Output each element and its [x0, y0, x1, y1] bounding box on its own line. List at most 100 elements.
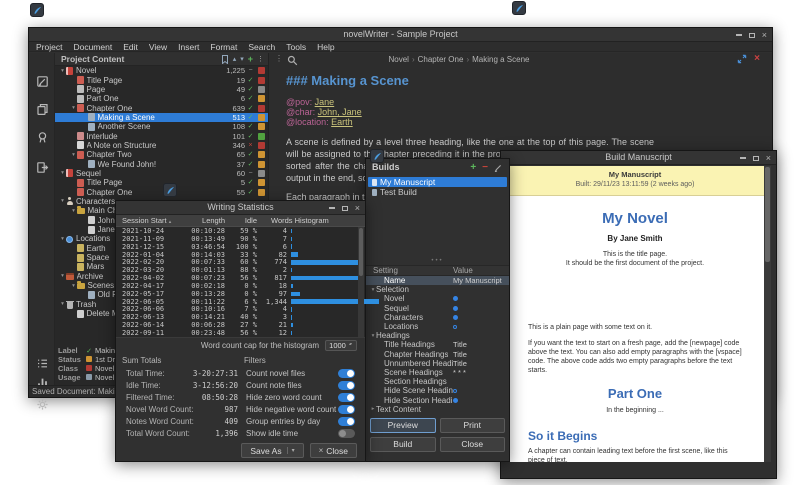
meta-value[interactable]: John, Jane [318, 107, 362, 117]
minimize-icon[interactable] [736, 34, 742, 36]
active-checkbox[interactable]: ✓ [245, 150, 256, 159]
active-checkbox[interactable]: − [245, 169, 256, 178]
tree-item[interactable]: Interlude101✓ [55, 131, 268, 140]
novelwriter-app-icon[interactable] [512, 1, 526, 15]
menu-item-tools[interactable]: Tools [286, 42, 306, 52]
active-checkbox[interactable]: ✓ [245, 122, 256, 131]
menu-item-help[interactable]: Help [317, 42, 334, 52]
minimize-icon[interactable] [740, 157, 746, 159]
active-checkbox[interactable]: − [245, 66, 256, 75]
print-button[interactable]: Print [440, 418, 506, 433]
tree-item[interactable]: We Found John!37✓ [55, 159, 268, 168]
active-checkbox[interactable]: ✓ [245, 113, 256, 122]
stats-row[interactable]: 2021-10-2400:10:2859 %4 [116, 227, 365, 235]
project-tree-icon[interactable] [36, 103, 49, 116]
setting-row[interactable]: ▾Headings [366, 331, 509, 340]
move-up-icon[interactable]: ▴ [233, 55, 237, 63]
breadcrumb-part[interactable]: Making a Scene [472, 55, 529, 64]
maximize-icon[interactable] [749, 33, 755, 38]
menu-item-format[interactable]: Format [210, 42, 237, 52]
scrollbar-thumb[interactable] [359, 228, 363, 276]
close-icon[interactable]: × [762, 31, 767, 40]
build-button[interactable]: Build [370, 437, 436, 452]
menu-item-project[interactable]: Project [36, 42, 62, 52]
expand-icon[interactable]: ▾ [59, 198, 66, 204]
stats-row[interactable]: 2021-11-0900:13:4990 %7 [116, 235, 365, 243]
expand-icon[interactable]: ▾ [59, 273, 66, 279]
tree-item[interactable]: Another Scene108✓ [55, 122, 268, 131]
cap-spinbox[interactable]: 1000 [325, 340, 357, 351]
setting-row[interactable]: Characters [366, 313, 509, 322]
expand-icon[interactable]: ▾ [59, 236, 66, 242]
active-checkbox[interactable]: × [245, 141, 256, 150]
expand-icon[interactable]: ▾ [59, 301, 66, 307]
setting-row[interactable]: Hide Scene Headings [366, 386, 509, 395]
novel-rosette-icon[interactable] [36, 131, 49, 144]
tree-item[interactable]: Page49✓ [55, 85, 268, 94]
meta-value[interactable]: Jane [315, 97, 335, 107]
breadcrumb-part[interactable]: Chapter One [418, 55, 464, 64]
filter-toggle[interactable] [338, 393, 355, 402]
expand-icon[interactable]: ▾ [70, 208, 77, 214]
stats-row[interactable]: 2022-06-1400:06:2827 %21 [116, 321, 365, 329]
tree-item[interactable]: ▾Chapter Two65✓ [55, 150, 268, 159]
splitter-handle[interactable]: ••• [366, 258, 509, 264]
stats-row[interactable]: 2022-09-1100:23:4856 %12 [116, 329, 365, 337]
build-list-item[interactable]: Test Build [368, 187, 507, 197]
edit-document-icon[interactable] [36, 75, 49, 88]
col-session-start[interactable]: Session Start ▴ [122, 216, 177, 225]
setting-row[interactable]: Unnumbered HeadingsTitle [366, 359, 509, 368]
stats-scrollbar[interactable] [358, 227, 364, 337]
tree-menu-icon[interactable]: ⋮ [257, 55, 264, 63]
setting-row[interactable]: Section Headings [366, 377, 509, 386]
tree-item[interactable]: ▾Chapter One639✓ [55, 103, 268, 112]
col-length[interactable]: Length [177, 216, 225, 225]
move-down-icon[interactable]: ▾ [240, 55, 244, 63]
outline-list-icon[interactable] [36, 357, 49, 370]
settings-gear-icon[interactable] [36, 398, 49, 411]
setting-row[interactable]: Chapter HeadingsTitle [366, 350, 509, 359]
setting-row[interactable]: Title HeadingsTitle [366, 340, 509, 349]
novelwriter-app-icon[interactable] [30, 3, 44, 17]
tree-item[interactable]: ▾Novel1,225− [55, 66, 268, 75]
menu-item-edit[interactable]: Edit [123, 42, 138, 52]
remove-build-icon[interactable]: − [482, 162, 488, 173]
menu-item-search[interactable]: Search [248, 42, 275, 52]
active-checkbox[interactable]: ✓ [245, 104, 256, 113]
setting-row[interactable]: Locations [366, 322, 509, 331]
bookmark-icon[interactable] [221, 55, 229, 64]
stats-row[interactable]: 2022-01-0400:14:0333 %82 [116, 251, 365, 259]
novelwriter-app-icon[interactable] [163, 183, 177, 197]
filter-toggle[interactable] [338, 417, 355, 426]
close-icon[interactable]: × [355, 204, 360, 213]
preview-button[interactable]: Preview [370, 418, 436, 433]
preview-scrollbar[interactable] [764, 166, 771, 462]
expand-icon[interactable]: ▾ [59, 170, 66, 176]
breadcrumb-part[interactable]: Novel [389, 55, 409, 64]
minimize-icon[interactable] [329, 207, 335, 209]
close-button[interactable]: ×Close [310, 443, 357, 458]
expand-icon[interactable]: ▾ [70, 283, 77, 289]
filter-toggle[interactable] [338, 429, 355, 438]
active-checkbox[interactable]: ✓ [245, 94, 256, 103]
close-document-icon[interactable]: × [754, 54, 760, 64]
save-as-button[interactable]: Save As▾ [241, 443, 303, 458]
setting-row[interactable]: NameMy Manuscript [366, 276, 509, 285]
maximize-icon[interactable] [342, 206, 348, 211]
close-icon[interactable]: × [766, 154, 771, 163]
filter-toggle[interactable] [338, 381, 355, 390]
build-manuscript-title-bar[interactable]: Build Manuscript × [501, 151, 776, 165]
filter-toggle[interactable] [338, 369, 355, 378]
expand-icon[interactable]: ▾ [59, 68, 66, 74]
build-list-item[interactable]: My Manuscript [368, 177, 507, 187]
meta-value[interactable]: Earth [331, 117, 353, 127]
stats-row[interactable]: 2021-12-1503:46:54100 %6 [116, 243, 365, 251]
setting-row[interactable]: Scene Headings* * * [366, 368, 509, 377]
tree-item[interactable]: ▾Sequel60− [55, 169, 268, 178]
stats-row[interactable]: 2022-06-0600:10:167 %4 [116, 305, 365, 313]
main-title-bar[interactable]: novelWriter - Sample Project × [29, 28, 772, 42]
menu-item-insert[interactable]: Insert [178, 42, 199, 52]
active-checkbox[interactable]: ✓ [245, 178, 256, 187]
menu-item-document[interactable]: Document [73, 42, 112, 52]
stats-row[interactable]: 2022-06-1300:14:2140 %3 [116, 313, 365, 321]
